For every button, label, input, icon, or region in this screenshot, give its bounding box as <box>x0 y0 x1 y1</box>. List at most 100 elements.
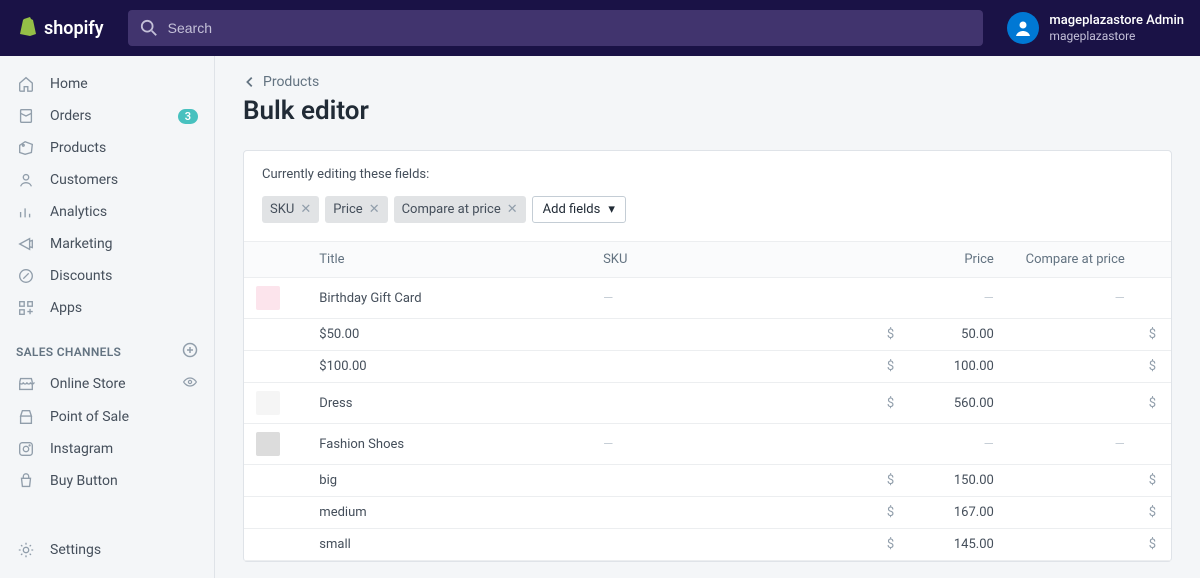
sku-cell[interactable]: — <box>591 424 875 465</box>
user-menu[interactable]: mageplazastore Admin mageplazastore <box>1007 12 1184 44</box>
editing-fields-label: Currently editing these fields: <box>262 167 1153 182</box>
breadcrumb-label: Products <box>263 74 319 90</box>
sku-cell[interactable] <box>591 465 875 497</box>
field-chip-compare-at-price[interactable]: Compare at price ✕ <box>394 196 526 223</box>
sku-cell[interactable] <box>591 383 875 424</box>
brand-text: shopify <box>44 18 104 39</box>
buy-icon <box>16 472 36 490</box>
compare-cell[interactable]: — <box>1006 278 1137 319</box>
bulk-editor-card: Currently editing these fields: SKU✕Pric… <box>243 150 1172 562</box>
col-title: Title <box>307 242 591 278</box>
variant-title[interactable]: $50.00 <box>307 319 591 351</box>
sidebar-item-discounts[interactable]: Discounts <box>0 260 214 292</box>
sidebar-item-label: Products <box>50 140 198 156</box>
table-row: $100.00 $100.00 $ <box>244 351 1171 383</box>
sidebar-item-home[interactable]: Home <box>0 68 214 100</box>
breadcrumb-back[interactable]: Products <box>243 74 1172 90</box>
compare-cell[interactable] <box>1006 529 1137 561</box>
channel-item-buy-button[interactable]: Buy Button <box>0 465 214 497</box>
close-icon[interactable]: ✕ <box>369 202 380 217</box>
sidebar-item-settings[interactable]: Settings <box>0 534 214 566</box>
sidebar-item-products[interactable]: Products <box>0 132 214 164</box>
close-icon[interactable]: ✕ <box>300 202 311 217</box>
price-cell[interactable]: — <box>875 278 1006 319</box>
compare-currency: $ <box>1149 359 1156 374</box>
product-title[interactable]: Dress <box>307 383 591 424</box>
instagram-icon <box>16 440 36 458</box>
channel-item-instagram[interactable]: Instagram <box>0 433 214 465</box>
sidebar-item-label: Home <box>50 76 198 92</box>
channel-item-online-store[interactable]: Online Store <box>0 367 214 401</box>
sidebar: Home Orders3 Products Customers Analytics Mar… <box>0 56 215 578</box>
bulk-editor-table: Title SKU Price Compare at price Birthda… <box>244 241 1171 561</box>
chip-label: Price <box>333 202 362 217</box>
product-title[interactable]: Fashion Shoes <box>307 424 591 465</box>
eye-icon[interactable] <box>182 374 198 394</box>
sku-cell[interactable] <box>591 319 875 351</box>
add-fields-label: Add fields <box>543 202 601 217</box>
sidebar-item-label: Marketing <box>50 236 198 252</box>
channel-item-label: Buy Button <box>50 473 198 489</box>
table-row: small $145.00 $ <box>244 529 1171 561</box>
chip-label: SKU <box>270 202 294 217</box>
product-title[interactable]: Birthday Gift Card <box>307 278 591 319</box>
variant-title[interactable]: $100.00 <box>307 351 591 383</box>
variant-title[interactable]: big <box>307 465 591 497</box>
marketing-icon <box>16 235 36 253</box>
price-cell[interactable]: $145.00 <box>875 529 1006 561</box>
products-icon <box>16 139 36 157</box>
search-input[interactable] <box>128 10 984 46</box>
product-thumbnail <box>256 432 280 456</box>
compare-cell[interactable] <box>1006 319 1137 351</box>
variant-title[interactable]: small <box>307 529 591 561</box>
price-cell[interactable]: $167.00 <box>875 497 1006 529</box>
sku-cell[interactable]: — <box>591 278 875 319</box>
main-content: Products Bulk editor Currently editing t… <box>215 56 1200 578</box>
compare-cell[interactable] <box>1006 497 1137 529</box>
search-icon <box>140 19 158 41</box>
sidebar-item-marketing[interactable]: Marketing <box>0 228 214 260</box>
price-cell[interactable]: $150.00 <box>875 465 1006 497</box>
sidebar-item-orders[interactable]: Orders3 <box>0 100 214 132</box>
store-name: mageplazastore <box>1049 29 1184 43</box>
price-cell[interactable]: $100.00 <box>875 351 1006 383</box>
add-channel-icon[interactable] <box>182 342 198 361</box>
compare-cell[interactable]: — <box>1006 424 1137 465</box>
sidebar-item-analytics[interactable]: Analytics <box>0 196 214 228</box>
compare-currency: $ <box>1149 327 1156 342</box>
channel-item-label: Online Store <box>50 376 182 392</box>
price-cell[interactable]: — <box>875 424 1006 465</box>
discounts-icon <box>16 267 36 285</box>
table-row: $50.00 $50.00 $ <box>244 319 1171 351</box>
product-thumbnail <box>256 391 280 415</box>
brand-logo[interactable]: shopify <box>16 16 104 40</box>
sidebar-item-customers[interactable]: Customers <box>0 164 214 196</box>
table-row: Dress$560.00$ <box>244 383 1171 424</box>
compare-cell[interactable] <box>1006 351 1137 383</box>
compare-cell[interactable] <box>1006 383 1137 424</box>
compare-currency: $ <box>1149 537 1156 552</box>
variant-title[interactable]: medium <box>307 497 591 529</box>
compare-currency: $ <box>1149 473 1156 488</box>
analytics-icon <box>16 203 36 221</box>
sku-cell[interactable] <box>591 497 875 529</box>
price-cell[interactable]: $50.00 <box>875 319 1006 351</box>
compare-cell[interactable] <box>1006 465 1137 497</box>
price-cell[interactable]: $560.00 <box>875 383 1006 424</box>
channel-item-point-of-sale[interactable]: Point of Sale <box>0 401 214 433</box>
sidebar-item-apps[interactable]: Apps <box>0 292 214 324</box>
gear-icon <box>16 541 36 559</box>
sidebar-item-label: Analytics <box>50 204 198 220</box>
customers-icon <box>16 171 36 189</box>
orders-icon <box>16 107 36 125</box>
chip-label: Compare at price <box>402 202 501 217</box>
add-fields-button[interactable]: Add fields▾ <box>532 196 626 223</box>
table-row: big $150.00 $ <box>244 465 1171 497</box>
apps-icon <box>16 299 36 317</box>
field-chip-price[interactable]: Price ✕ <box>325 196 387 223</box>
field-chip-sku[interactable]: SKU ✕ <box>262 196 319 223</box>
close-icon[interactable]: ✕ <box>507 202 518 217</box>
sku-cell[interactable] <box>591 529 875 561</box>
sku-cell[interactable] <box>591 351 875 383</box>
orders-badge: 3 <box>178 109 198 124</box>
